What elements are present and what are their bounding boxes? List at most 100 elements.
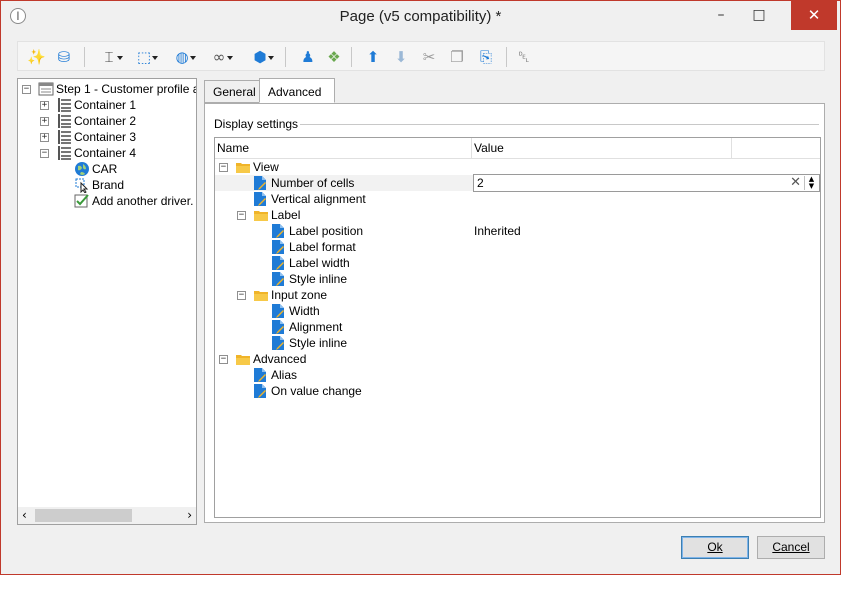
select-control-button[interactable]: ⬚ bbox=[131, 46, 158, 68]
column-divider[interactable] bbox=[471, 138, 472, 158]
property-label: Label width bbox=[289, 256, 350, 270]
property-label: Alias bbox=[271, 368, 298, 382]
tree-node-label: Container 2 bbox=[74, 114, 137, 128]
add-shapes-button[interactable]: ❖ bbox=[324, 46, 344, 68]
property-row[interactable]: Label format bbox=[215, 239, 820, 255]
tree-node-label: Brand bbox=[92, 178, 125, 192]
property-group-row[interactable]: − Advanced bbox=[215, 351, 820, 367]
spin-down-icon[interactable]: ▼ bbox=[805, 183, 818, 190]
property-row[interactable]: Label position Inherited bbox=[215, 223, 820, 239]
tree-node-label: Add another driver. bbox=[92, 194, 194, 208]
property-group-row[interactable]: − Label bbox=[215, 207, 820, 223]
property-label: Width bbox=[289, 304, 320, 318]
column-header-name[interactable]: Name bbox=[217, 138, 249, 158]
grid-header: Name Value bbox=[215, 138, 820, 159]
collapse-icon[interactable]: − bbox=[40, 149, 49, 158]
ok-button[interactable]: Ok bbox=[681, 536, 749, 559]
property-row[interactable]: Label width bbox=[215, 255, 820, 271]
move-down-icon: ⬇ bbox=[394, 48, 408, 66]
property-icon bbox=[272, 224, 284, 238]
ok-label: Ok bbox=[707, 540, 723, 554]
toolbar-separator bbox=[84, 47, 85, 67]
property-row[interactable]: Alias bbox=[215, 367, 820, 383]
container-icon bbox=[58, 146, 71, 160]
property-label: Number of cells bbox=[271, 176, 355, 190]
property-label: Vertical alignment bbox=[271, 192, 366, 206]
property-icon bbox=[272, 336, 284, 350]
tab-panel-advanced: Display settings Name Value − View Number … bbox=[204, 103, 825, 523]
property-group-label: View bbox=[253, 160, 279, 174]
property-group-row[interactable]: − Input zone bbox=[215, 287, 820, 303]
maximize-button[interactable]: □ bbox=[742, 1, 776, 30]
collapse-icon[interactable]: − bbox=[237, 211, 246, 220]
property-row[interactable]: Style inline bbox=[215, 335, 820, 351]
property-row[interactable]: Style inline bbox=[215, 271, 820, 287]
scroll-left-icon[interactable]: ‹ bbox=[22, 508, 27, 522]
property-group-row[interactable]: − View bbox=[215, 159, 820, 175]
collapse-icon[interactable]: − bbox=[237, 291, 246, 300]
horizontal-scrollbar[interactable]: ‹ › bbox=[18, 507, 196, 524]
spinner[interactable]: ▲ ▼ bbox=[804, 176, 818, 190]
globe-icon: ◍ bbox=[175, 48, 189, 66]
globe-button[interactable]: ◍ bbox=[169, 46, 196, 68]
column-divider[interactable] bbox=[731, 138, 732, 158]
collapse-icon[interactable]: − bbox=[22, 85, 31, 94]
container-icon bbox=[58, 114, 71, 128]
scroll-right-icon[interactable]: › bbox=[187, 508, 192, 522]
paste-icon: ⎘ bbox=[479, 48, 492, 66]
cut-button[interactable]: ✂ bbox=[419, 46, 439, 68]
minimize-button[interactable]: – bbox=[704, 1, 738, 30]
package-icon: ⬢ bbox=[253, 48, 267, 66]
checkbox-icon bbox=[74, 194, 89, 208]
collapse-icon[interactable]: − bbox=[219, 355, 228, 364]
property-row[interactable]: Vertical alignment bbox=[215, 191, 820, 207]
property-icon bbox=[272, 240, 284, 254]
structure-tree[interactable]: − Step 1 - Customer profile a + Containe… bbox=[17, 78, 197, 525]
move-down-button[interactable]: ⬇ bbox=[391, 46, 411, 68]
property-value[interactable]: Inherited bbox=[474, 223, 521, 239]
expand-icon[interactable]: + bbox=[40, 101, 49, 110]
property-row[interactable]: Width bbox=[215, 303, 820, 319]
tab-general[interactable]: General bbox=[204, 80, 260, 103]
copy-button[interactable]: ❐ bbox=[447, 46, 467, 68]
user-button[interactable]: ♟ bbox=[298, 46, 318, 68]
tree-node-label: Step 1 - Customer profile a bbox=[56, 82, 197, 96]
property-row[interactable]: On value change bbox=[215, 383, 820, 399]
text-cursor-button[interactable]: ⌶ bbox=[96, 46, 123, 68]
link-icon: ∞ bbox=[212, 48, 226, 66]
link-button[interactable]: ∞ bbox=[206, 46, 233, 68]
database-link-button[interactable]: ⛁ bbox=[54, 46, 74, 68]
tab-advanced[interactable]: Advanced bbox=[259, 78, 335, 103]
number-of-cells-editor[interactable]: 2 ✕ ▲ ▼ bbox=[473, 174, 820, 192]
clear-icon[interactable]: ✕ bbox=[790, 175, 801, 191]
magic-wand-icon: ✨ bbox=[27, 48, 46, 66]
expand-icon[interactable]: + bbox=[40, 133, 49, 142]
close-button[interactable]: ✕ bbox=[791, 1, 837, 30]
database-link-icon: ⛁ bbox=[57, 48, 71, 66]
scroll-thumb[interactable] bbox=[35, 509, 132, 522]
property-row[interactable]: Alignment bbox=[215, 319, 820, 335]
expand-icon[interactable]: + bbox=[40, 117, 49, 126]
property-icon bbox=[272, 320, 284, 334]
delete-button[interactable]: ␡ bbox=[514, 46, 534, 68]
property-grid[interactable]: Name Value − View Number of cells Vertical … bbox=[214, 137, 821, 518]
user-icon: ♟ bbox=[301, 48, 315, 66]
column-header-value[interactable]: Value bbox=[474, 138, 504, 158]
property-icon bbox=[254, 384, 266, 398]
folder-icon bbox=[236, 163, 250, 173]
toolbar-separator bbox=[351, 47, 352, 67]
group-label-display-settings: Display settings bbox=[214, 117, 301, 131]
package-button[interactable]: ⬢ bbox=[247, 46, 274, 68]
magic-wand-button[interactable]: ✨ bbox=[26, 46, 46, 68]
toolbar-separator bbox=[506, 47, 507, 67]
cut-icon: ✂ bbox=[422, 48, 436, 66]
cancel-button[interactable]: Cancel bbox=[757, 536, 825, 559]
collapse-icon[interactable]: − bbox=[219, 163, 228, 172]
paste-button[interactable]: ⎘ bbox=[476, 46, 496, 68]
move-up-button[interactable]: ⬆ bbox=[363, 46, 383, 68]
container-icon bbox=[58, 130, 71, 144]
cursor-icon bbox=[75, 178, 89, 193]
editor-value[interactable]: 2 bbox=[477, 175, 484, 191]
property-label: On value change bbox=[271, 384, 362, 398]
delete-icon: ␡ bbox=[517, 48, 530, 66]
